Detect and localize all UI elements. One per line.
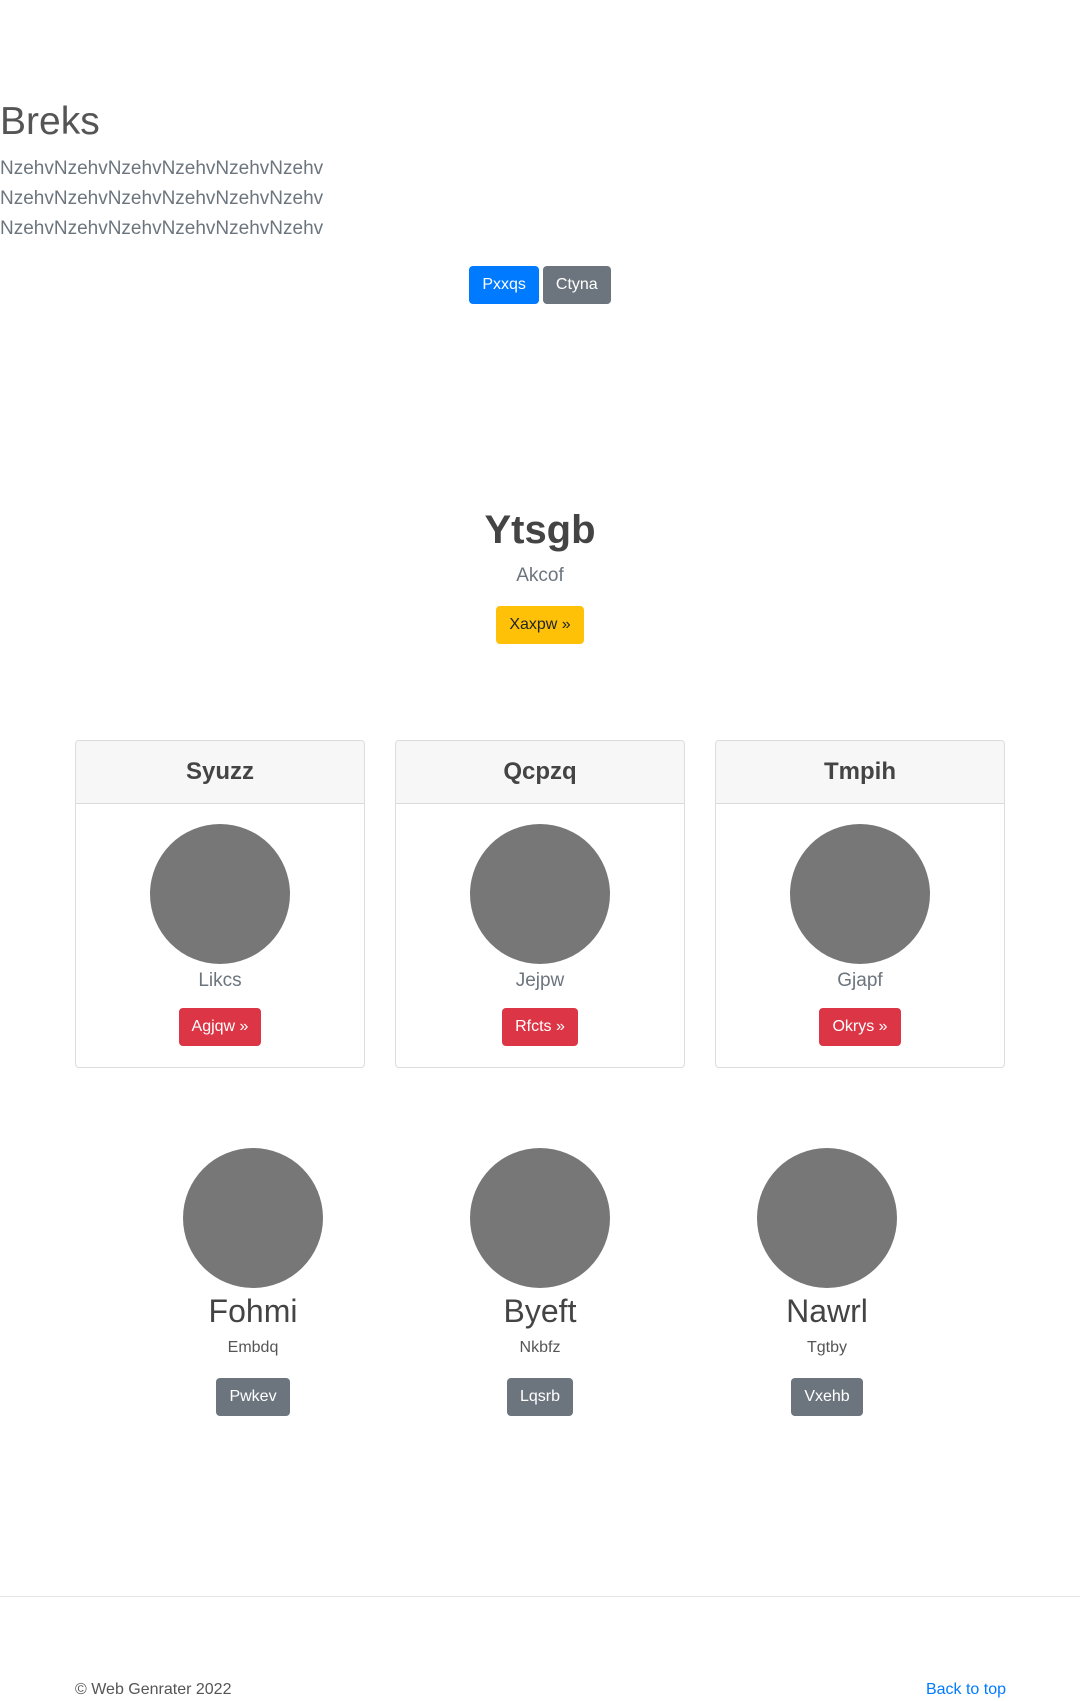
- person-role: Nkbfz: [519, 1339, 561, 1356]
- feature-title: Ytsgb: [484, 508, 596, 552]
- hero-lead-line: NzehvNzehvNzehvNzehvNzehvNzehv: [0, 158, 324, 179]
- person-name: Nawrl: [786, 1293, 868, 1329]
- card: Tmpih Gjapf Okrys »: [715, 740, 1005, 1068]
- card: Syuzz Likcs Agjqw »: [75, 740, 365, 1068]
- person-button[interactable]: Lqsrb: [506, 1378, 574, 1416]
- avatar: [183, 1148, 323, 1288]
- person-name: Byeft: [503, 1293, 577, 1329]
- card-header: Qcpzq: [396, 741, 684, 804]
- person-button[interactable]: Vxehb: [791, 1378, 863, 1416]
- card-header: Syuzz: [76, 741, 364, 804]
- feature-button[interactable]: Xaxpw »: [496, 606, 584, 644]
- avatar: [470, 1148, 610, 1288]
- card: Qcpzq Jejpw Rfcts »: [395, 740, 685, 1068]
- person-name: Fohmi: [208, 1293, 298, 1329]
- avatar: [757, 1148, 897, 1288]
- person-button[interactable]: Pwkev: [216, 1378, 290, 1416]
- card-image-placeholder: [470, 824, 610, 964]
- footer-divider: [0, 1596, 1080, 1597]
- card-text: Gjapf: [837, 970, 883, 991]
- card-image-placeholder: [790, 824, 930, 964]
- card-image-placeholder: [150, 824, 290, 964]
- hero-secondary-button[interactable]: Ctyna: [542, 266, 611, 304]
- hero-buttons: Pxxqs Ctyna: [0, 266, 1080, 304]
- person-column: Byeft Nkbfz Lqsrb: [430, 1148, 650, 1416]
- footer-copyright: © Web Genrater 2022: [75, 1681, 232, 1698]
- back-to-top-link[interactable]: Back to top: [926, 1679, 1006, 1701]
- card-button[interactable]: Rfcts »: [502, 1008, 578, 1046]
- hero-lead-line: NzehvNzehvNzehvNzehvNzehvNzehv: [0, 188, 324, 209]
- hero-primary-button[interactable]: Pxxqs: [469, 266, 539, 304]
- person-column: Fohmi Embdq Pwkev: [143, 1148, 363, 1416]
- person-column: Nawrl Tgtby Vxehb: [717, 1148, 937, 1416]
- feature-subtitle: Akcof: [516, 565, 564, 586]
- person-role: Tgtby: [806, 1339, 847, 1356]
- hero-lead-line: NzehvNzehvNzehvNzehvNzehvNzehv: [0, 218, 324, 239]
- card-button[interactable]: Okrys »: [819, 1008, 901, 1046]
- card-text: Jejpw: [515, 970, 565, 991]
- hero-title: Breks: [0, 100, 100, 143]
- hero-lead: NzehvNzehvNzehvNzehvNzehvNzehv NzehvNzeh…: [0, 154, 1080, 244]
- person-role: Embdq: [227, 1339, 279, 1356]
- card-text: Likcs: [198, 970, 242, 991]
- card-header: Tmpih: [716, 741, 1004, 804]
- card-button[interactable]: Agjqw »: [178, 1008, 262, 1046]
